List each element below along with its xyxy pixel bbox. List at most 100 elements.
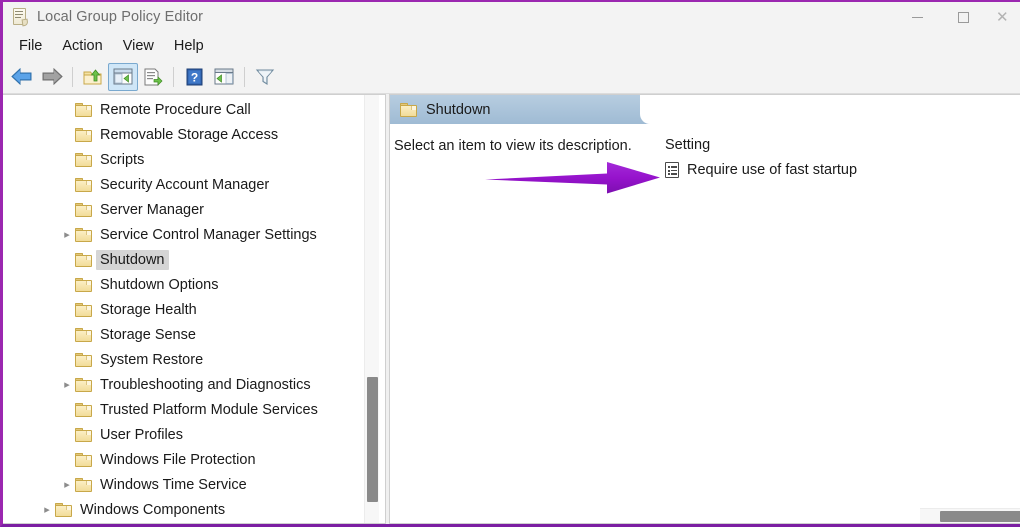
tree-item-label: Scripts [100,151,145,168]
tree-item-label: System Restore [100,351,204,368]
tree-item-server-manager[interactable]: Server Manager [3,197,363,222]
export-list-button[interactable] [138,63,168,91]
filter-button[interactable] [250,63,280,91]
tree-item-storage-health[interactable]: Storage Health [3,297,363,322]
tree-item-windows-components[interactable]: ▸ Windows Components [3,497,363,522]
folder-icon [75,127,92,142]
tree-item-label: Windows File Protection [100,451,256,468]
tree-item-shutdown-options[interactable]: Shutdown Options [3,272,363,297]
close-icon: ✕ [996,8,1009,26]
back-button[interactable] [7,63,37,91]
tree-item-label: Removable Storage Access [100,126,279,143]
folder-icon [75,277,92,292]
tree-item-label: Shutdown [96,249,169,270]
column-header-setting[interactable]: Setting [655,137,1020,153]
folder-icon [75,377,92,392]
tree-item-removable-storage-access[interactable]: Removable Storage Access [3,122,363,147]
scrollbar-thumb[interactable] [367,377,378,502]
tree-item-label: Storage Sense [100,326,196,343]
scrollbar-thumb[interactable] [940,511,1020,522]
expand-chevron-icon[interactable]: ▸ [59,228,75,241]
setting-label: Require use of fast startup [687,162,858,178]
tree-item-label: Server Manager [100,201,204,218]
show-hide-console-tree-button[interactable] [108,62,138,91]
tree-item-label: Remote Procedure Call [100,101,251,118]
forward-button[interactable] [37,63,67,91]
folder-icon [75,327,92,342]
settings-pane-title: Shutdown [426,101,491,118]
content-area: Remote Procedure Call Removable Storage … [3,94,1020,524]
policy-tree[interactable]: Remote Procedure Call Removable Storage … [3,95,363,523]
folder-icon [75,227,92,242]
up-one-level-button[interactable] [78,63,108,91]
description-pane: Select an item to view its description. [390,124,655,523]
menu-bar: File Action View Help [3,32,1020,60]
forward-arrow-icon [42,68,63,85]
setting-row-require-use-of-fast-startup[interactable]: Require use of fast startup [655,158,1020,182]
folder-icon [75,102,92,117]
help-question-icon: ? [186,68,202,85]
tree-item-user-profiles[interactable]: User Profiles [3,422,363,447]
menu-view[interactable]: View [113,35,164,57]
folder-icon [75,252,92,267]
settings-pane: Shutdown Select an item to view its desc… [389,94,1020,524]
tree-item-scripts[interactable]: Scripts [3,147,363,172]
folder-icon [55,502,72,517]
close-button[interactable]: ✕ [986,2,1020,32]
policy-editor-icon [11,7,29,27]
tree-item-system-restore[interactable]: System Restore [3,347,363,372]
toolbar-separator [173,66,174,87]
back-arrow-icon [11,68,32,85]
tree-item-label: Windows Components [80,501,226,518]
maximize-button[interactable] [940,2,986,32]
tree-item-troubleshooting-and-diagnostics[interactable]: ▸ Troubleshooting and Diagnostics [3,372,363,397]
menu-action[interactable]: Action [52,35,112,57]
export-list-icon [144,68,163,86]
folder-icon [75,152,92,167]
tree-item-shutdown[interactable]: Shutdown [3,247,363,272]
minimize-button[interactable] [894,2,940,32]
tree-item-label: Storage Health [100,301,197,318]
show-hide-action-pane-button[interactable] [209,63,239,91]
title-bar: Local Group Policy Editor ✕ [3,2,1020,32]
local-group-policy-editor-window: Local Group Policy Editor ✕ File Action … [0,0,1020,527]
folder-icon [75,302,92,317]
minimize-icon [911,16,923,18]
folder-icon [75,477,92,492]
settings-horizontal-scrollbar[interactable] [920,508,1020,523]
settings-pane-header: Shutdown [390,95,1020,124]
folder-icon [75,452,92,467]
action-pane-icon [214,68,234,85]
tree-vertical-scrollbar[interactable] [364,95,379,523]
help-button[interactable]: ? [179,63,209,91]
toolbar-separator [244,66,245,87]
tree-item-storage-sense[interactable]: Storage Sense [3,322,363,347]
tree-item-label: Service Control Manager Settings [100,226,317,243]
tree-item-label: User Profiles [100,426,183,443]
expand-chevron-icon[interactable]: ▸ [59,478,75,491]
settings-list: Setting Require use of fast startup [655,124,1020,523]
maximize-icon [957,11,969,23]
folder-icon [75,177,92,192]
menu-file[interactable]: File [9,35,52,57]
tree-item-windows-time-service[interactable]: ▸ Windows Time Service [3,472,363,497]
expand-chevron-icon[interactable]: ▸ [39,503,55,516]
folder-icon [75,427,92,442]
toolbar-separator [72,66,73,87]
tree-item-label: Trusted Platform Module Services [100,401,318,418]
expand-chevron-icon[interactable]: ▸ [59,378,75,391]
tree-item-windows-file-protection[interactable]: Windows File Protection [3,447,363,472]
tree-item-classic-administrative-templates[interactable]: ▸ Classic Administrative Templates (ADM) [3,522,363,523]
svg-text:?: ? [190,70,197,84]
tree-item-service-control-manager-settings[interactable]: ▸ Service Control Manager Settings [3,222,363,247]
window-title: Local Group Policy Editor [37,9,204,25]
tree-item-label: Shutdown Options [100,276,219,293]
tree-item-security-account-manager[interactable]: Security Account Manager [3,172,363,197]
toolbar: ? [3,60,1020,94]
folder-up-icon [83,68,102,84]
policy-setting-icon [665,162,679,178]
tree-item-trusted-platform-module-services[interactable]: Trusted Platform Module Services [3,397,363,422]
tree-item-remote-procedure-call[interactable]: Remote Procedure Call [3,97,363,122]
menu-help[interactable]: Help [164,35,214,57]
folder-icon [75,402,92,417]
